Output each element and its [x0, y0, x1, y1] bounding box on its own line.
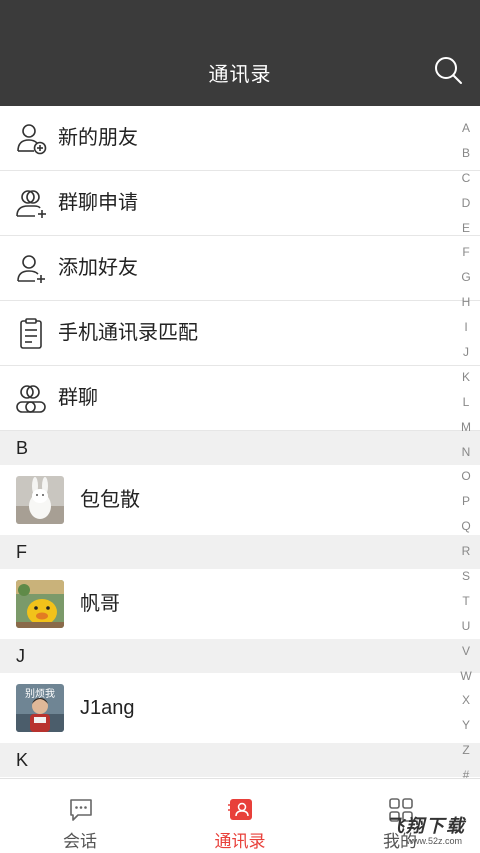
index-letter[interactable]: S [456, 564, 476, 589]
add-friend-icon [17, 255, 45, 283]
contact-row[interactable]: 别烦我 J1ang [0, 673, 480, 743]
index-letter[interactable]: Y [456, 713, 476, 738]
add-friend-row[interactable]: 添加好友 [0, 236, 480, 301]
contact-row[interactable]: 帆哥 [0, 569, 480, 639]
index-letter[interactable]: X [456, 688, 476, 713]
index-letter[interactable]: R [456, 539, 476, 564]
index-letter[interactable]: U [456, 614, 476, 639]
contact-name: J1ang [80, 697, 135, 719]
tab-chats[interactable]: 会话 [0, 779, 160, 853]
group-requests-row[interactable]: 群聊申请 [0, 171, 480, 236]
new-friends-label: 新的朋友 [58, 127, 138, 149]
top-nav-bar: 通讯录 [0, 0, 480, 106]
index-letter[interactable]: C [456, 166, 476, 191]
section-header-k: K [0, 743, 480, 777]
tab-chats-label: 会话 [63, 832, 97, 851]
group-icon [16, 385, 46, 413]
page-title: 通讯录 [208, 64, 272, 86]
index-letter[interactable]: V [456, 639, 476, 664]
index-letter[interactable]: I [456, 315, 476, 340]
index-letter[interactable]: B [456, 141, 476, 166]
duck-avatar-image [16, 580, 64, 628]
contact-row[interactable]: 包包散 [0, 465, 480, 535]
group-chats-label: 群聊 [58, 387, 98, 409]
index-letter[interactable]: T [456, 589, 476, 614]
index-letter[interactable]: H [456, 290, 476, 315]
index-letter[interactable]: P [456, 489, 476, 514]
index-letter[interactable]: O [456, 464, 476, 489]
tab-contacts[interactable]: 通讯录 [160, 779, 320, 853]
index-letter[interactable]: M [456, 415, 476, 440]
watermark-logo: 飞翔下载 [386, 816, 466, 836]
contacts-list[interactable]: 新的朋友 群聊申请 添加好友 手机通讯录匹配 群聊 B 包包散 F 帆哥 J 别… [0, 106, 480, 778]
alphabet-index-bar[interactable]: A B C D E F G H I J K L M N O P Q R S T U V W X Y Z # [456, 116, 476, 788]
search-button[interactable] [432, 54, 464, 86]
clipboard-icon [20, 318, 42, 349]
phone-contacts-match-row[interactable]: 手机通讯录匹配 [0, 301, 480, 366]
watermark-url: www.52z.com [406, 836, 462, 846]
group-requests-label: 群聊申请 [58, 192, 138, 214]
index-letter[interactable]: N [456, 440, 476, 465]
avatar [16, 476, 64, 524]
index-letter[interactable]: J [456, 340, 476, 365]
chat-bubble-icon [70, 799, 92, 821]
index-letter[interactable]: G [456, 265, 476, 290]
add-friend-label: 添加好友 [58, 257, 138, 279]
section-header-f: F [0, 535, 480, 569]
person-add-icon [17, 124, 47, 155]
contact-name: 包包散 [80, 489, 140, 511]
index-letter[interactable]: F [456, 240, 476, 265]
tab-contacts-label: 通讯录 [214, 832, 266, 851]
avatar [16, 580, 64, 628]
index-letter[interactable]: Z [456, 738, 476, 763]
index-letter[interactable]: W [456, 664, 476, 689]
contacts-icon [228, 799, 252, 820]
section-header-b: B [0, 431, 480, 465]
group-add-icon [16, 190, 46, 218]
bunny-avatar-image [16, 476, 64, 524]
index-letter[interactable]: Q [456, 514, 476, 539]
phone-contacts-match-label: 手机通讯录匹配 [58, 322, 198, 344]
avatar: 别烦我 [16, 684, 64, 732]
new-friends-row[interactable]: 新的朋友 [0, 106, 480, 171]
contact-name: 帆哥 [80, 593, 120, 615]
avatar-caption: 别烦我 [25, 689, 55, 700]
index-letter[interactable]: D [456, 191, 476, 216]
section-header-j: J [0, 639, 480, 673]
index-letter[interactable]: L [456, 390, 476, 415]
search-icon [435, 57, 462, 84]
group-chats-row[interactable]: 群聊 [0, 366, 480, 431]
index-letter[interactable]: K [456, 365, 476, 390]
index-letter[interactable]: E [456, 216, 476, 241]
index-letter[interactable]: A [456, 116, 476, 141]
